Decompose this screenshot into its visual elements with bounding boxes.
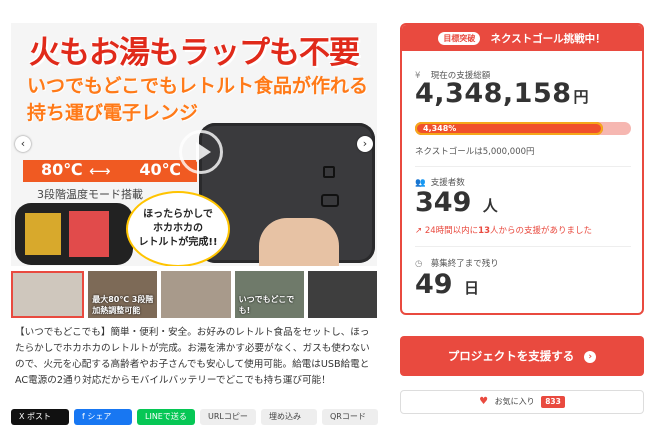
progress-percent: 4,348% (423, 124, 457, 133)
amount-unit: 円 (573, 88, 590, 106)
thumbnail[interactable]: いつでもどこでも! (234, 271, 304, 318)
thumbnail[interactable] (11, 271, 85, 318)
progress-bar: 4,348% (415, 122, 631, 135)
panel-header-text: ネクストゴール挑戦中！ (490, 32, 606, 45)
share-facebook-button[interactable]: f シェア (74, 409, 132, 425)
carousel-next-button[interactable]: › (357, 136, 373, 152)
thumbnail-label: いつでもどこでも! (238, 295, 295, 315)
support-project-button[interactable]: プロジェクトを支援する › (400, 336, 644, 376)
thumbnail[interactable]: 最大80℃ 3段階加熱調整可能 (88, 271, 158, 318)
share-x-button[interactable]: X ポスト (11, 409, 69, 425)
thumbnail-label: 最大80℃ 3段階加熱調整可能 (92, 295, 154, 315)
days-value: 49 (415, 269, 453, 300)
heart-icon: ♥ (479, 396, 489, 407)
days-value-row: 49 日 (415, 269, 479, 300)
speech-bubble: ほったらかしで ホカホカの レトルトが完成!! (126, 191, 230, 266)
divider (415, 166, 631, 167)
trend-suffix: 人からの支援がありました (490, 226, 593, 236)
recent-support-text: ↗ 24時間以内に13人からの支援がありました (415, 224, 592, 236)
device-power-icon (323, 166, 335, 178)
panel-header: 目標突破 ネクストゴール挑戦中！ (402, 25, 642, 51)
hero-subtitle: いつでもどこでもレトルト食品が作れる (27, 75, 369, 97)
project-description: 【いつでもどこでも】簡単・便利・安全。お好みのレトルト食品をセットし、ほったらか… (15, 327, 370, 386)
project-page: 火もお湯もラップも不要 いつでもどこでもレトルト食品が作れる 持ち運び電子レンジ… (0, 0, 650, 427)
trend-up-icon: ↗ (415, 226, 423, 236)
trend-prefix: 24時間以内に (424, 226, 479, 236)
clock-icon: ◷ (415, 259, 423, 269)
speech-line: ホカホカの (153, 223, 203, 234)
hero-product-name: 持ち運び電子レンジ (27, 102, 199, 124)
temp-low: 40℃ (139, 160, 181, 179)
days-unit: 日 (463, 279, 479, 297)
open-case-image (15, 203, 133, 265)
amount-value-row: 4,348,158 円 (415, 78, 589, 109)
copy-url-button[interactable]: URLコピー (200, 409, 256, 425)
backers-value-row: 349 人 (415, 187, 498, 218)
days-label-row: ◷ 募集終了まで残り (415, 257, 499, 269)
chevron-right-icon: › (584, 351, 597, 363)
favorite-label: お気に入り (494, 397, 535, 406)
hero-image[interactable]: 火もお湯もラップも不要 いつでもどこでもレトルト食品が作れる 持ち運び電子レンジ… (11, 23, 377, 266)
hand-image (259, 218, 339, 266)
retort-pouch-image (25, 213, 61, 255)
trend-count: 13 (478, 226, 490, 236)
double-arrow-icon: ⟷ (89, 162, 111, 180)
favorite-count: 833 (541, 396, 565, 408)
goal-achieved-badge: 目標突破 (438, 32, 481, 45)
support-button-label: プロジェクトを支援する (447, 349, 575, 363)
divider (415, 246, 631, 247)
retort-pouch-image (69, 211, 109, 257)
temp-caption: 3段階温度モード搭載 (37, 188, 143, 201)
device-usb-icon (321, 194, 339, 207)
temperature-banner: 80℃ ⟷ 40℃ (23, 160, 197, 182)
amount-value: 4,348,158 (415, 78, 572, 109)
share-line-button[interactable]: LINEで送る (137, 409, 195, 425)
temp-high: 80℃ (41, 160, 83, 179)
play-video-icon[interactable] (179, 130, 223, 174)
backers-value: 349 (415, 187, 472, 218)
thumbnail[interactable] (307, 271, 378, 318)
thumbnail-strip: 最大80℃ 3段階加熱調整可能 いつでもどこでも! (11, 271, 378, 318)
carousel-prev-button[interactable]: ‹ (15, 136, 31, 152)
speech-line: レトルトが完成!! (138, 237, 218, 248)
backers-unit: 人 (482, 197, 498, 215)
next-goal-text: ネクストゴールは5,000,000円 (415, 147, 535, 157)
thumbnail[interactable] (161, 271, 231, 318)
funding-panel: 目標突破 ネクストゴール挑戦中！ ¥ 現在の支援総額 4,348,158 円 4,… (400, 23, 644, 315)
qr-code-button[interactable]: QRコード (322, 409, 378, 425)
hero-title: 火もお湯もラップも不要 (29, 35, 360, 71)
embed-button[interactable]: 埋め込み (261, 409, 317, 425)
share-bar: X ポスト f シェア LINEで送る URLコピー 埋め込み QRコード (11, 409, 381, 425)
speech-line: ほったらかしで (143, 209, 213, 220)
days-label: 募集終了まで残り (430, 259, 499, 269)
favorite-button[interactable]: ♥ お気に入り 833 (400, 390, 644, 414)
